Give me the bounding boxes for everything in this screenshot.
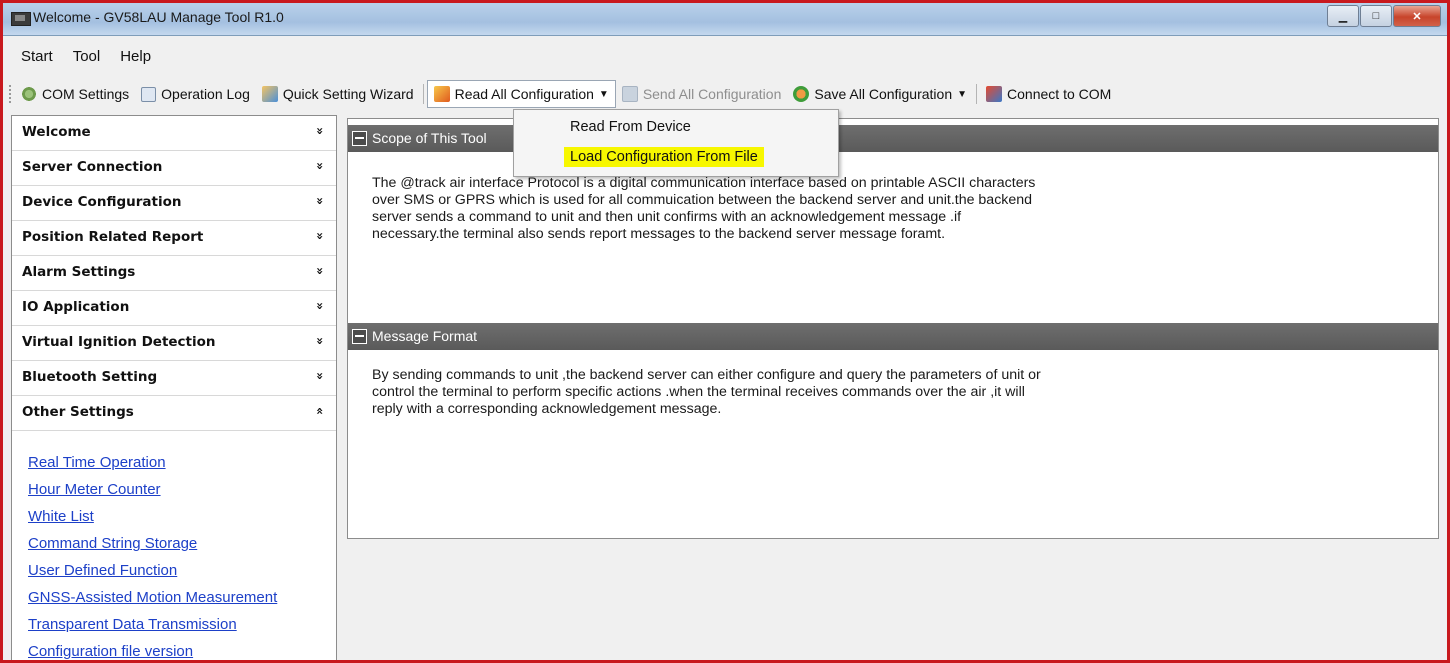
connect-icon <box>986 86 1003 102</box>
paragraph-line: server sends a command to unit and then … <box>372 209 962 225</box>
chevron-down-icon: » <box>313 162 328 170</box>
chevron-up-icon: « <box>313 407 328 415</box>
maximize-icon: □ <box>1372 10 1380 22</box>
section-body-message-format: By sending commands to unit ,the backend… <box>372 367 1252 418</box>
save-all-configuration-button[interactable]: Save All Configuration ▼ <box>787 81 973 107</box>
chevron-down-icon: ▼ <box>598 88 609 100</box>
section-title: Message Format <box>372 328 478 344</box>
maximize-button[interactable]: □ <box>1360 5 1392 27</box>
link-real-time-operation[interactable]: Real Time Operation <box>28 449 336 476</box>
save-config-icon <box>793 86 810 102</box>
sidebar-item-welcome[interactable]: Welcome » <box>12 116 336 151</box>
section-header-message-format[interactable]: Message Format <box>348 323 1438 350</box>
quick-setting-wizard-button[interactable]: Quick Setting Wizard <box>256 81 420 107</box>
sidebar-item-other-settings[interactable]: Other Settings « <box>12 396 336 431</box>
operation-log-label: Operation Log <box>161 86 250 102</box>
link-user-defined-function[interactable]: User Defined Function <box>28 557 336 584</box>
read-all-configuration-label: Read All Configuration <box>454 86 594 102</box>
app-icon <box>11 12 31 26</box>
paragraph-line: necessary.the terminal also sends report… <box>372 226 946 242</box>
wizard-icon <box>261 86 278 102</box>
sidebar-item-alarm-settings[interactable]: Alarm Settings » <box>12 256 336 291</box>
link-hour-meter-counter[interactable]: Hour Meter Counter <box>28 476 336 503</box>
sidebar: Welcome » Server Connection » Device Con… <box>11 115 337 660</box>
send-all-configuration-button: Send All Configuration <box>616 81 788 107</box>
chevron-down-icon: » <box>313 302 328 310</box>
link-configuration-file-version[interactable]: Configuration file version <box>28 638 336 660</box>
minimize-button[interactable]: ▁ <box>1327 5 1359 27</box>
collapse-icon[interactable] <box>352 131 367 146</box>
menu-tool[interactable]: Tool <box>63 45 111 69</box>
link-command-string-storage[interactable]: Command String Storage <box>28 530 336 557</box>
toolbar-separator <box>976 84 978 104</box>
app-window: Welcome - GV58LAU Manage Tool R1.0 ▁ □ ✕… <box>0 0 1450 663</box>
main-content: Scope of This Tool The @track air interf… <box>347 118 1439 539</box>
chevron-down-icon: » <box>313 197 328 205</box>
paragraph-line: The @track air interface Protocol is a d… <box>372 175 1036 191</box>
link-white-list[interactable]: White List <box>28 503 336 530</box>
log-icon <box>141 86 157 102</box>
com-settings-label: COM Settings <box>42 86 130 102</box>
paragraph-line: over SMS or GPRS which is used for all c… <box>372 192 1033 208</box>
paragraph-line: reply with a corresponding acknowledgeme… <box>372 401 722 417</box>
close-button[interactable]: ✕ <box>1393 5 1441 27</box>
sidebar-item-device-configuration[interactable]: Device Configuration » <box>12 186 336 221</box>
close-icon: ✕ <box>1412 10 1422 23</box>
read-configuration-dropdown: Read From Device Load Configuration From… <box>513 109 839 177</box>
paragraph-line: By sending commands to unit ,the backend… <box>372 367 1041 383</box>
operation-log-button[interactable]: Operation Log <box>135 81 256 107</box>
com-settings-button[interactable]: COM Settings <box>15 81 135 107</box>
connect-to-com-label: Connect to COM <box>1007 86 1112 102</box>
toolbar: COM Settings Operation Log Quick Setting… <box>3 79 1447 109</box>
chevron-down-icon: » <box>313 337 328 345</box>
menu-start[interactable]: Start <box>3 45 63 69</box>
sidebar-item-io-application[interactable]: IO Application » <box>12 291 336 326</box>
send-all-configuration-label: Send All Configuration <box>642 86 782 102</box>
chevron-down-icon: ▼ <box>957 88 968 100</box>
menu-load-configuration-from-file[interactable]: Load Configuration From File <box>564 147 764 167</box>
section-body-scope: The @track air interface Protocol is a d… <box>372 175 1252 243</box>
window-title: Welcome - GV58LAU Manage Tool R1.0 <box>33 9 284 25</box>
gear-icon <box>21 86 37 102</box>
menu-help[interactable]: Help <box>110 45 161 69</box>
quick-setting-wizard-label: Quick Setting Wizard <box>282 86 414 102</box>
paragraph-line: control the terminal to perform specific… <box>372 384 1025 400</box>
section-header-scope[interactable]: Scope of This Tool <box>348 125 1438 152</box>
link-gnss-assisted-motion-measurement[interactable]: GNSS-Assisted Motion Measurement <box>28 584 336 611</box>
toolbar-separator <box>422 84 424 104</box>
read-all-configuration-button[interactable]: Read All Configuration ▼ <box>426 80 616 108</box>
title-bar[interactable]: Welcome - GV58LAU Manage Tool R1.0 ▁ □ ✕ <box>3 3 1447 36</box>
sidebar-item-virtual-ignition-detection[interactable]: Virtual Ignition Detection » <box>12 326 336 361</box>
chevron-down-icon: » <box>313 267 328 275</box>
chevron-down-icon: » <box>313 232 328 240</box>
connect-to-com-button[interactable]: Connect to COM <box>980 81 1117 107</box>
section-title: Scope of This Tool <box>372 130 487 146</box>
window-controls: ▁ □ ✕ <box>1326 5 1441 27</box>
minimize-icon: ▁ <box>1338 10 1348 23</box>
save-all-configuration-label: Save All Configuration <box>814 86 953 102</box>
menu-bar: Start Tool Help <box>3 45 161 69</box>
sidebar-item-server-connection[interactable]: Server Connection » <box>12 151 336 186</box>
collapse-icon[interactable] <box>352 329 367 344</box>
chevron-down-icon: » <box>313 127 328 135</box>
other-settings-links: Real Time Operation Hour Meter Counter W… <box>12 431 336 660</box>
link-transparent-data-transmission[interactable]: Transparent Data Transmission <box>28 611 336 638</box>
send-config-icon <box>621 86 638 102</box>
sidebar-item-position-related-report[interactable]: Position Related Report » <box>12 221 336 256</box>
chevron-down-icon: » <box>313 372 328 380</box>
menu-read-from-device[interactable]: Read From Device <box>564 117 697 137</box>
read-config-icon <box>433 86 450 102</box>
sidebar-item-bluetooth-setting[interactable]: Bluetooth Setting » <box>12 361 336 396</box>
